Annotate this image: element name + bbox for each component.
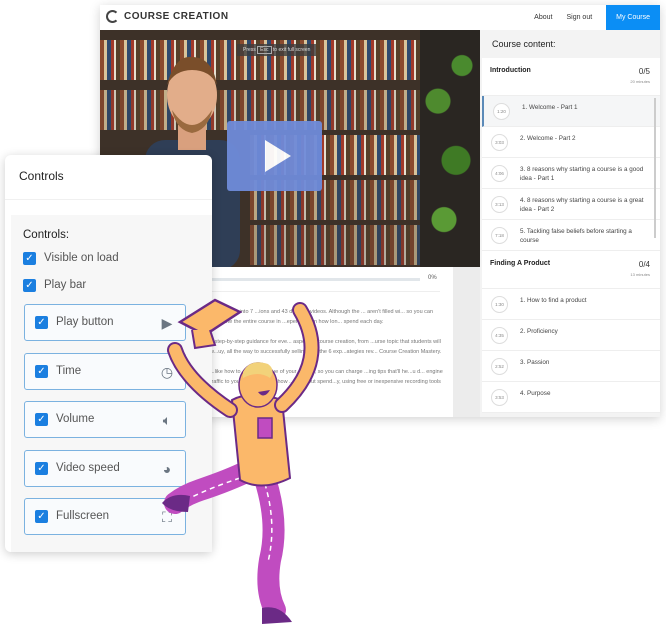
badge-icon xyxy=(257,417,273,439)
graduation-cap-icon xyxy=(177,298,243,337)
shoe-icon xyxy=(262,607,292,624)
student-illustration xyxy=(162,298,320,624)
